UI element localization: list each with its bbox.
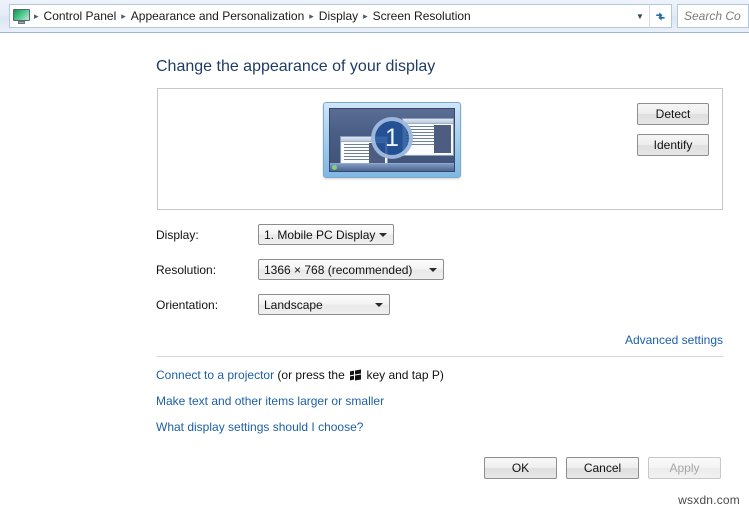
- breadcrumb-item-appearance[interactable]: Appearance and Personalization: [128, 7, 307, 25]
- apply-button: Apply: [648, 457, 721, 479]
- display-thumbnail-icon[interactable]: 1: [323, 102, 461, 178]
- breadcrumb-separator: ▸: [121, 11, 126, 21]
- search-input[interactable]: Search Co: [677, 4, 749, 28]
- breadcrumb-item-display[interactable]: Display: [316, 7, 361, 25]
- refresh-icon[interactable]: [649, 4, 672, 28]
- breadcrumb-separator: ▸: [309, 11, 314, 21]
- chevron-down-icon: [375, 302, 383, 307]
- display-preview-panel: 1 Detect Identify: [157, 88, 723, 210]
- display-label: Display:: [156, 228, 199, 242]
- preview-taskbar: [330, 163, 454, 171]
- display-dropdown-value: 1. Mobile PC Display: [264, 227, 376, 242]
- advanced-settings-link[interactable]: Advanced settings: [625, 333, 723, 347]
- orientation-label: Orientation:: [156, 298, 219, 312]
- make-text-larger-link[interactable]: Make text and other items larger or smal…: [156, 394, 384, 408]
- breadcrumb[interactable]: ▸ Control Panel ▸ Appearance and Persona…: [9, 4, 649, 28]
- page-title: Change the appearance of your display: [156, 58, 436, 75]
- windows-logo-icon: [350, 369, 362, 381]
- chevron-down-icon: [429, 267, 437, 272]
- monitor-number-badge: 1: [371, 116, 413, 159]
- breadcrumb-separator: ▸: [34, 11, 39, 21]
- monitor-icon: [13, 8, 30, 24]
- chevron-down-icon: [379, 232, 387, 237]
- section-divider: [157, 356, 723, 357]
- resolution-dropdown-value: 1366 × 768 (recommended): [264, 262, 413, 277]
- breadcrumb-item-screen-resolution[interactable]: Screen Resolution: [370, 7, 474, 25]
- cancel-button[interactable]: Cancel: [566, 457, 639, 479]
- resolution-dropdown[interactable]: 1366 × 768 (recommended): [258, 259, 444, 280]
- breadcrumb-item-control-panel[interactable]: Control Panel: [41, 7, 120, 25]
- what-display-settings-row: What display settings should I choose?: [156, 420, 363, 434]
- breadcrumb-separator: ▸: [363, 11, 368, 21]
- detect-button[interactable]: Detect: [637, 103, 709, 125]
- orientation-dropdown-value: Landscape: [264, 297, 323, 312]
- chevron-down-icon[interactable]: ▼: [631, 4, 649, 28]
- what-display-settings-link[interactable]: What display settings should I choose?: [156, 420, 363, 434]
- orientation-dropdown[interactable]: Landscape: [258, 294, 390, 315]
- watermark: wsxdn.com: [678, 493, 740, 507]
- connect-projector-row: Connect to a projector (or press the key…: [156, 368, 444, 382]
- address-bar: ‹ ▸ Control Panel ▸ Appearance and Perso…: [0, 0, 749, 33]
- identify-button[interactable]: Identify: [637, 134, 709, 156]
- ok-button[interactable]: OK: [484, 457, 557, 479]
- search-placeholder-text: Search Co: [684, 9, 741, 23]
- make-text-larger-row: Make text and other items larger or smal…: [156, 394, 384, 408]
- projector-text-after: key and tap P): [363, 368, 444, 382]
- connect-projector-link[interactable]: Connect to a projector: [156, 368, 274, 382]
- display-dropdown[interactable]: 1. Mobile PC Display: [258, 224, 394, 245]
- main-content: Change the appearance of your display 1 …: [0, 34, 749, 509]
- resolution-label: Resolution:: [156, 263, 217, 277]
- projector-text-before: (or press the: [274, 368, 349, 382]
